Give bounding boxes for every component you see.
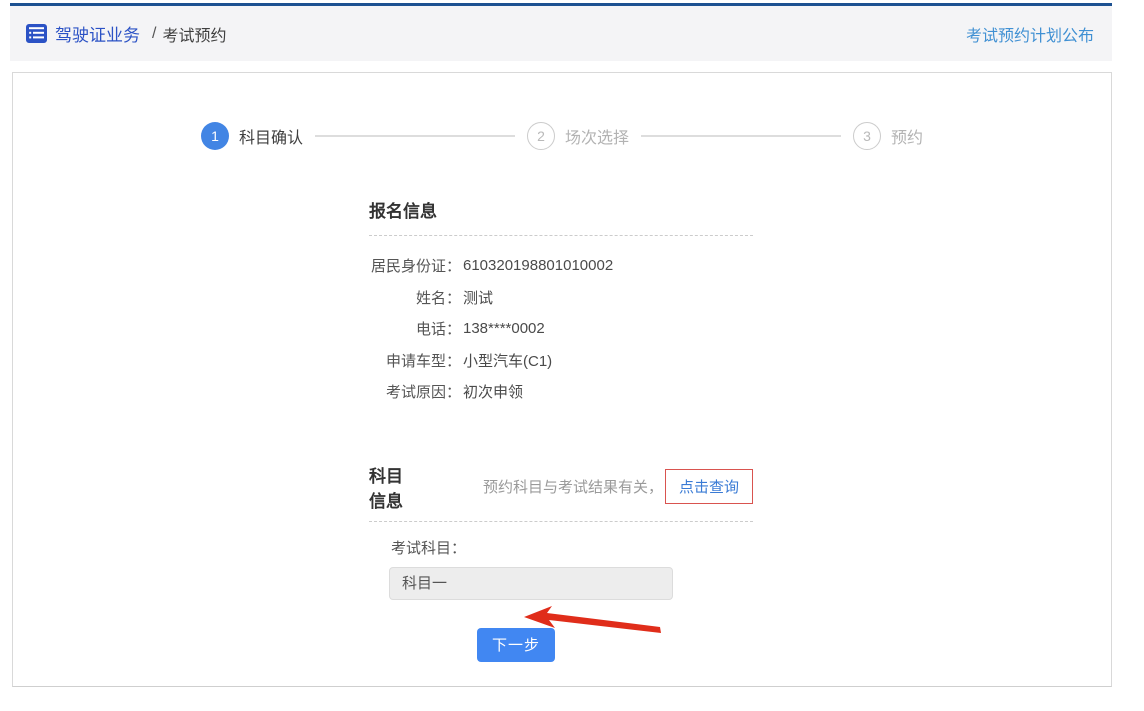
step-3-circle: 3 [853,122,881,150]
step-2-label: 场次选择 [565,124,629,148]
subject-title: 科目信息 [369,462,419,512]
step-3-label: 预约 [891,124,923,148]
step-connector-1 [315,135,515,137]
breadcrumb-section: 驾驶证业务 [55,21,140,46]
exam-plan-link[interactable]: 考试预约计划公布 [966,22,1094,46]
exam-reason-label: 考试原因： [369,381,461,402]
next-step-button[interactable]: 下一步 [477,628,555,662]
info-row-phone: 电话： 138****0002 [369,313,753,345]
registration-info-list: 居民身份证： 610320198801010002 姓名： 测试 电话： 138… [369,250,753,408]
breadcrumb-separator: / [152,25,156,43]
info-row-name: 姓名： 测试 [369,282,753,314]
exam-reason-value: 初次申领 [463,381,523,402]
breadcrumb-current-page: 考试预约 [162,22,226,46]
step-connector-2 [641,135,841,137]
info-row-id-number: 居民身份证： 610320198801010002 [369,250,753,282]
step-session-select: 2 场次选择 [527,122,629,150]
vehicle-type-label: 申请车型： [369,350,461,371]
id-number-value: 610320198801010002 [463,257,613,274]
list-icon [26,24,47,43]
step-subject-confirm: 1 科目确认 [201,122,303,150]
subject-note: 预约科目与考试结果有关， [483,476,663,497]
name-label: 姓名： [369,287,461,308]
vehicle-type-value: 小型汽车(C1) [463,350,552,371]
exam-subject-field[interactable]: 科目一 [389,567,673,600]
form-content: 报名信息 居民身份证： 610320198801010002 姓名： 测试 电话… [369,197,753,662]
name-value: 测试 [463,287,493,308]
main-card: 1 科目确认 2 场次选择 3 预约 报名信息 居民身份证： 610320198… [12,72,1112,687]
registration-section-header: 报名信息 [369,197,753,236]
step-1-label: 科目确认 [239,124,303,148]
id-number-label: 居民身份证： [369,255,461,276]
exam-subject-label: 考试科目： [391,537,753,558]
registration-title: 报名信息 [369,197,437,222]
stepper: 1 科目确认 2 场次选择 3 预约 [13,122,1111,150]
header-bar: 驾驶证业务 / 考试预约 考试预约计划公布 [10,6,1112,61]
phone-label: 电话： [369,318,461,339]
info-row-vehicle-type: 申请车型： 小型汽车(C1) [369,345,753,377]
query-result-button[interactable]: 点击查询 [665,469,753,504]
step-1-circle: 1 [201,122,229,150]
phone-value: 138****0002 [463,320,545,337]
subject-section-header: 科目信息 预约科目与考试结果有关， 点击查询 [369,462,753,522]
step-appointment: 3 预约 [853,122,923,150]
info-row-exam-reason: 考试原因： 初次申领 [369,376,753,408]
step-2-circle: 2 [527,122,555,150]
